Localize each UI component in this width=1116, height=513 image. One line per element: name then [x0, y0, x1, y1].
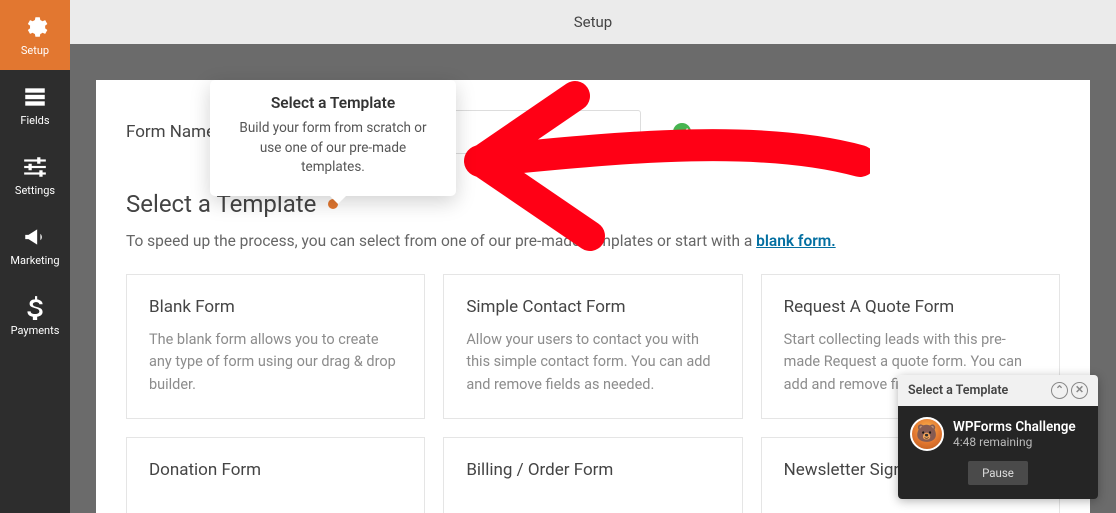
- template-title: Blank Form: [149, 297, 402, 317]
- gear-icon: [22, 14, 48, 40]
- blank-form-link[interactable]: blank form.: [756, 232, 836, 250]
- page-title: Setup: [574, 13, 612, 31]
- list-icon: [22, 84, 48, 110]
- close-icon[interactable]: ✕: [1071, 382, 1088, 399]
- template-title: Donation Form: [149, 460, 402, 480]
- challenge-subtitle: 4:48 remaining: [953, 435, 1076, 449]
- template-card[interactable]: Donation Form: [126, 437, 425, 513]
- sidebar: Setup Fields Settings Marketing Payments: [0, 0, 70, 513]
- sidebar-item-label: Fields: [20, 114, 49, 127]
- sidebar-item-settings[interactable]: Settings: [0, 140, 70, 210]
- challenge-widget: Select a Template ⌃ ✕ 🐻 WPForms Challeng…: [898, 375, 1098, 499]
- template-card[interactable]: Billing / Order Form: [443, 437, 742, 513]
- tooltip-body: Build your form from scratch or use one …: [228, 119, 438, 178]
- template-card[interactable]: Blank Form The blank form allows you to …: [126, 274, 425, 419]
- challenge-body: 🐻 WPForms Challenge 4:48 remaining Pause: [898, 406, 1098, 499]
- form-name-label: Form Name: [126, 122, 215, 142]
- template-desc: Allow your users to contact you with thi…: [466, 329, 719, 396]
- template-title: Simple Contact Form: [466, 297, 719, 317]
- collapse-icon[interactable]: ⌃: [1051, 382, 1068, 399]
- challenge-avatar: 🐻: [910, 417, 944, 451]
- sidebar-item-label: Payments: [11, 324, 60, 337]
- template-title: Billing / Order Form: [466, 460, 719, 480]
- sidebar-item-label: Setup: [21, 44, 49, 57]
- bullhorn-icon: [22, 224, 48, 250]
- template-card[interactable]: Simple Contact Form Allow your users to …: [443, 274, 742, 419]
- template-desc: The blank form allows you to create any …: [149, 329, 402, 396]
- sidebar-item-setup[interactable]: Setup: [0, 0, 70, 70]
- sliders-icon: [22, 154, 48, 180]
- sidebar-item-label: Marketing: [10, 254, 59, 267]
- challenge-header-text: Select a Template: [908, 383, 1008, 398]
- tooltip-popover: Select a Template Build your form from s…: [210, 80, 456, 196]
- section-lead: To speed up the process, you can select …: [126, 232, 1060, 250]
- tooltip-title: Select a Template: [228, 94, 438, 112]
- topbar: Setup: [70, 0, 1116, 44]
- template-title: Request A Quote Form: [784, 297, 1037, 317]
- challenge-header: Select a Template ⌃ ✕: [898, 375, 1098, 406]
- sidebar-item-payments[interactable]: Payments: [0, 280, 70, 350]
- check-icon: [673, 123, 691, 141]
- dollar-icon: [22, 294, 48, 320]
- sidebar-item-label: Settings: [15, 184, 55, 197]
- pause-button[interactable]: Pause: [968, 461, 1028, 485]
- sidebar-item-marketing[interactable]: Marketing: [0, 210, 70, 280]
- sidebar-item-fields[interactable]: Fields: [0, 70, 70, 140]
- challenge-title: WPForms Challenge: [953, 419, 1076, 435]
